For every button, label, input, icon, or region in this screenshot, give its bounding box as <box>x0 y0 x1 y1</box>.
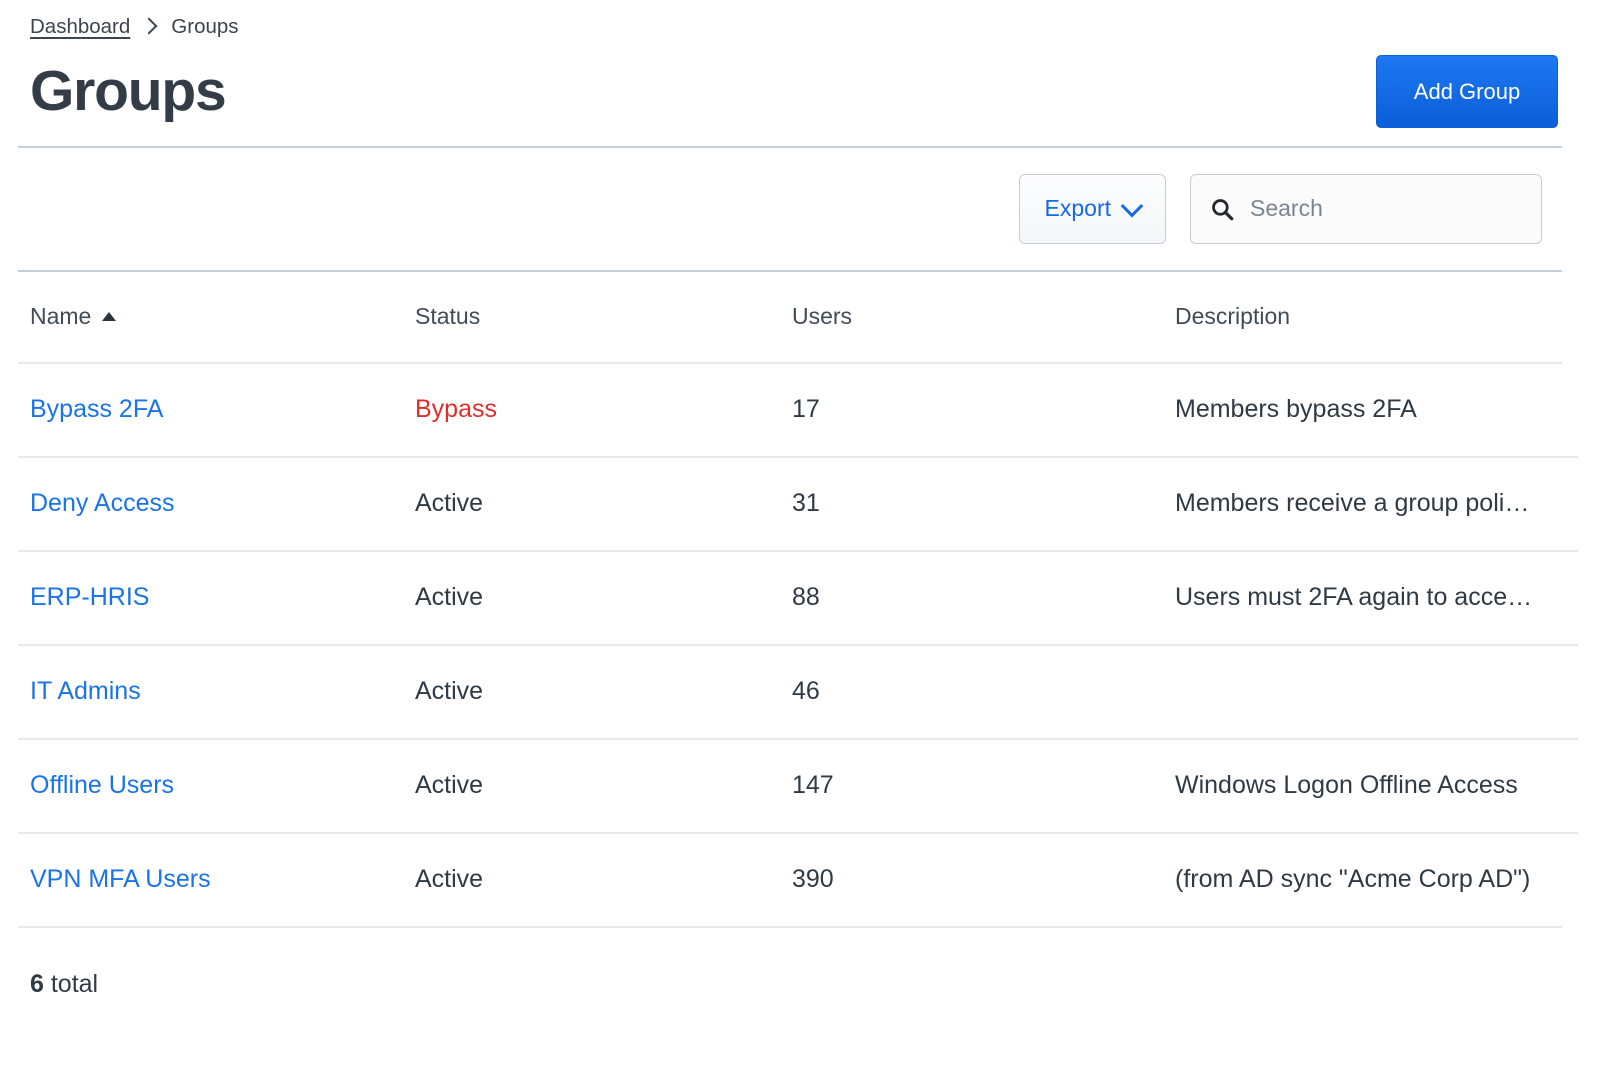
search-input[interactable] <box>1250 195 1523 222</box>
page-title: Groups <box>30 59 227 123</box>
cell-description: (from AD sync "Acme Corp AD") <box>1175 865 1531 893</box>
cell-status: Active <box>403 740 780 832</box>
cell-users: 17 <box>792 395 820 423</box>
breadcrumb-link-dashboard[interactable]: Dashboard <box>30 16 130 38</box>
caret-up-icon <box>102 312 117 321</box>
cell-name: Offline Users <box>18 740 403 832</box>
cell-description: Members bypass 2FA <box>1175 395 1417 423</box>
cell-name: IT Admins <box>18 646 403 738</box>
status-badge: Active <box>415 583 484 611</box>
table-row: Offline Users Active 147 Windows Logon Offl… <box>18 740 1578 832</box>
status-badge: Active <box>415 771 484 799</box>
group-name-link[interactable]: Offline Users <box>30 771 174 799</box>
cell-description: Windows Logon Offline Access <box>1175 771 1518 799</box>
search-icon <box>1212 198 1234 220</box>
cell-users: 31 <box>792 489 820 517</box>
cell-name: Deny Access <box>18 458 403 550</box>
cell-status: Active <box>403 552 780 644</box>
groups-table-body: Bypass 2FA Bypass 17 Members bypass 2FA Deny… <box>18 364 1578 926</box>
table-header-row: Name Status Users Description <box>18 272 1578 362</box>
table-row: IT Admins Active 46 <box>18 646 1578 738</box>
column-header-users[interactable]: Users <box>780 272 1163 362</box>
status-badge: Bypass <box>415 395 497 423</box>
cell-users: 88 <box>792 583 820 611</box>
export-button[interactable]: Export <box>1018 173 1166 244</box>
status-badge: Active <box>415 677 484 705</box>
breadcrumb-current-groups: Groups <box>171 15 239 38</box>
chevron-down-icon <box>1120 194 1144 217</box>
breadcrumb: Dashboard Groups <box>18 0 1578 38</box>
table-toolbar: Export <box>18 148 1578 270</box>
group-name-link[interactable]: IT Admins <box>30 677 141 705</box>
group-name-link[interactable]: Bypass 2FA <box>30 395 163 423</box>
column-header-name-label: Name <box>30 303 92 329</box>
column-header-status[interactable]: Status <box>403 272 780 362</box>
cell-status: Active <box>403 834 780 926</box>
table-row: ERP-HRIS Active 88 Users must 2FA again to … <box>18 552 1578 644</box>
cell-status: Active <box>403 458 780 550</box>
cell-description: Users must 2FA again to acce… <box>1175 583 1533 611</box>
cell-status: Active <box>403 646 780 738</box>
total-count-label: 6 total <box>18 928 1578 999</box>
group-name-link[interactable]: ERP-HRIS <box>30 583 149 611</box>
add-group-button[interactable]: Add Group <box>1376 55 1558 128</box>
total-count-value: 6 <box>30 969 44 998</box>
cell-users: 390 <box>792 865 834 893</box>
total-count-word: total <box>50 969 99 998</box>
status-badge: Active <box>415 865 484 893</box>
export-button-label: Export <box>1044 195 1111 221</box>
page-header: Groups Add Group <box>18 38 1578 146</box>
groups-table-head: Name Status Users Description <box>18 272 1578 362</box>
table-row: VPN MFA Users Active 390 (from AD sync "Acm… <box>18 834 1578 926</box>
cell-description <box>1163 646 1578 738</box>
cell-users: 46 <box>792 677 820 705</box>
table-row: Deny Access Active 31 Members receive a gro… <box>18 458 1578 550</box>
cell-name: Bypass 2FA <box>18 364 403 456</box>
chevron-right-icon <box>140 17 158 35</box>
cell-status: Bypass <box>403 364 780 456</box>
groups-table: Name Status Users Description <box>18 272 1578 362</box>
groups-page: Dashboard Groups Groups Add Group Export <box>0 0 1600 1088</box>
groups-table-body-wrapper: Bypass 2FA Bypass 17 Members bypass 2FA Deny… <box>18 364 1578 926</box>
cell-description: Members receive a group poli… <box>1175 489 1530 517</box>
cell-users: 147 <box>792 771 834 799</box>
table-row: Bypass 2FA Bypass 17 Members bypass 2FA <box>18 364 1578 456</box>
group-name-link[interactable]: Deny Access <box>30 489 175 517</box>
column-header-description[interactable]: Description <box>1163 272 1578 362</box>
cell-name: ERP-HRIS <box>18 552 403 644</box>
cell-name: VPN MFA Users <box>18 834 403 926</box>
search-box[interactable] <box>1190 173 1542 244</box>
status-badge: Active <box>415 489 484 517</box>
column-header-name[interactable]: Name <box>18 272 403 362</box>
group-name-link[interactable]: VPN MFA Users <box>30 865 211 893</box>
